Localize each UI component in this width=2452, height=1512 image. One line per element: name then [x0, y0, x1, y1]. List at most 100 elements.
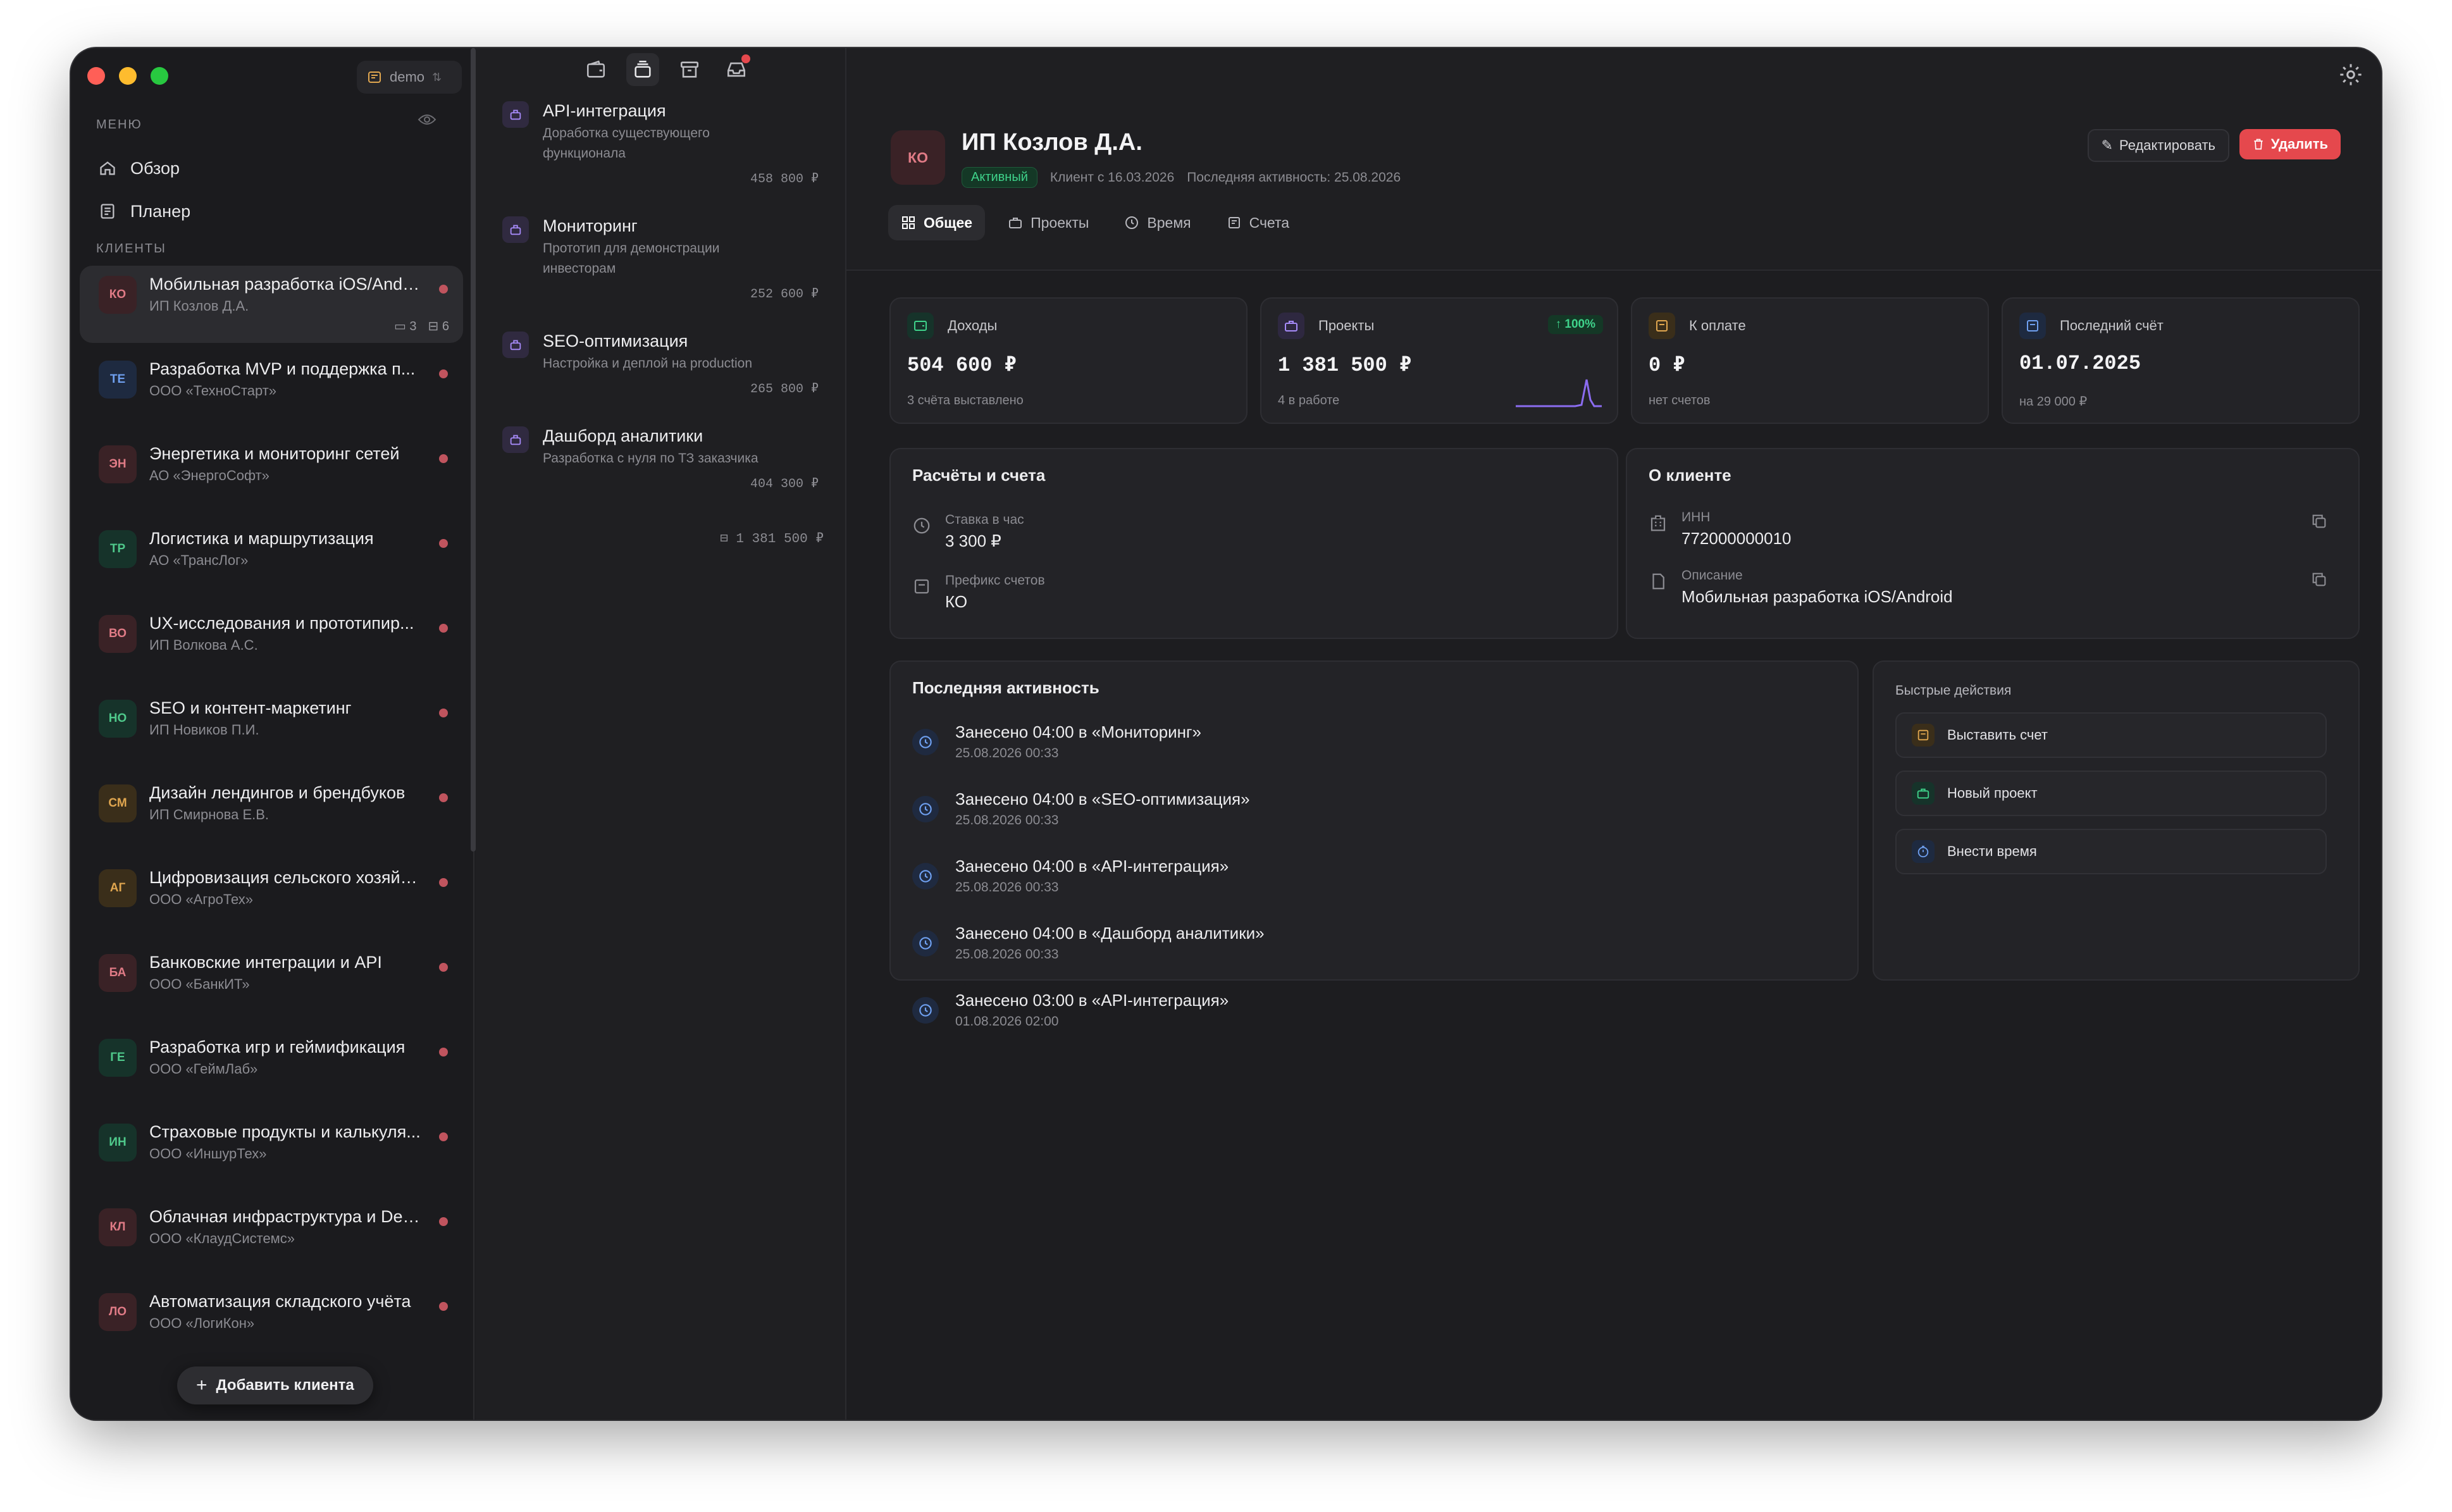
close-window-button[interactable] [87, 67, 105, 85]
copy-icon[interactable] [2310, 512, 2328, 530]
client-name: Разработка MVP и поддержка п... [149, 359, 416, 378]
wallet-tab-button[interactable] [579, 53, 612, 86]
project-item[interactable]: API-интеграция Доработка существующего ф… [502, 101, 819, 187]
tab-time[interactable]: Время [1111, 205, 1203, 240]
client-item[interactable]: НО SEO и контент-маркетинг ИП Новиков П.… [80, 690, 463, 767]
inbox-tab-button[interactable] [720, 53, 753, 86]
projects-tab-button[interactable] [626, 53, 659, 86]
activity-item: Занесено 04:00 в «Дашборд аналитики» 25.… [912, 924, 1798, 962]
wallet-icon [907, 313, 934, 339]
tab-projects[interactable]: Проекты [995, 205, 1101, 240]
briefcase-icon [502, 332, 529, 358]
archive-tab-button[interactable] [673, 53, 706, 86]
status-dot [439, 539, 448, 548]
gear-icon[interactable] [2338, 62, 2363, 87]
invoice-icon [1912, 724, 1935, 747]
client-avatar: НО [99, 700, 137, 738]
client-meta: Активный Клиент с 16.03.2026 Последняя а… [962, 167, 1401, 188]
tab-invoices[interactable]: Счета [1214, 205, 1302, 240]
activity-date: 25.08.2026 00:33 [955, 746, 1059, 760]
trash-icon [2254, 139, 2263, 150]
client-company: ИП Козлов Д.А. [149, 298, 249, 314]
chevron-updown-icon: ⇅ [432, 70, 442, 84]
workspace-selector[interactable]: demo ⇅ [357, 61, 462, 94]
about-card: О клиенте ИНН 772000000010 Описание Моби… [1626, 448, 2360, 639]
project-amount: 252 600 ₽ [750, 287, 819, 302]
client-item[interactable]: АГ Цифровизация сельского хозяйс... ООО … [80, 859, 463, 936]
projects-total: ⊟ 1 381 500 ₽ [476, 530, 824, 547]
client-item[interactable]: ЛО Автоматизация складского учёта ООО «Л… [80, 1283, 463, 1360]
due-card: К оплате 0 ₽ нет счетов [1631, 297, 1989, 424]
zoom-window-button[interactable] [151, 67, 168, 85]
projects-note: 4 в работе [1278, 393, 1340, 407]
delete-button[interactable]: Удалить [2239, 129, 2341, 159]
eye-icon[interactable] [418, 113, 437, 127]
client-item[interactable]: ЭН Энергетика и мониторинг сетей АО «Эне… [80, 435, 463, 512]
client-item[interactable]: КЛ Облачная инфраструктура и Dev... ООО … [80, 1198, 463, 1275]
client-avatar: КЛ [99, 1208, 137, 1246]
client-name: Цифровизация сельского хозяйс... [149, 868, 421, 887]
client-name: Дизайн лендингов и брендбуков [149, 783, 406, 802]
client-item[interactable]: ВО UX-исследования и прототипир... ИП Во… [80, 605, 463, 682]
clock-icon [1125, 216, 1139, 229]
briefcase-icon [1009, 218, 1022, 228]
client-company: АО «ЭнергоСофт» [149, 468, 269, 483]
client-name: Энергетика и мониторинг сетей [149, 444, 400, 463]
create-invoice-label: Выставить счет [1947, 727, 2048, 743]
tab-general[interactable]: Общее [888, 205, 986, 240]
client-avatar: ГЕ [99, 1039, 137, 1077]
client-item[interactable]: ГЕ Разработка игр и геймификация ООО «Ге… [80, 1029, 463, 1106]
tab-general-label: Общее [924, 214, 973, 231]
add-client-button[interactable]: + Добавить клиента [177, 1366, 373, 1404]
building-icon [1650, 515, 1666, 531]
nav-planner-label: Планер [130, 201, 191, 221]
pencil-icon: ✎ [2101, 137, 2114, 153]
clock-icon [912, 863, 939, 889]
client-item[interactable]: СМ Дизайн лендингов и брендбуков ИП Смир… [80, 774, 463, 852]
log-time-button[interactable]: Внести время [1895, 829, 2327, 874]
new-project-button[interactable]: Новый проект [1895, 771, 2327, 816]
income-label: Доходы [948, 318, 998, 333]
rate-field: Ставка в час 3 300 ₽ [912, 512, 1024, 551]
quick-actions-card: Быстрые действия Выставить счет Новый пр… [1873, 660, 2360, 981]
client-item[interactable]: КО Мобильная разработка iOS/Andr... ИП К… [80, 266, 463, 343]
sidebar-scrollbar[interactable] [471, 48, 476, 852]
client-company: ООО «ИншурТех» [149, 1146, 267, 1162]
briefcase-icon [1912, 782, 1935, 805]
client-avatar: КО [891, 130, 945, 185]
due-label: К оплате [1689, 318, 1746, 333]
minimize-window-button[interactable] [119, 67, 137, 85]
sparkline [1516, 379, 1602, 407]
projects-total-value: 1 381 500 ₽ [736, 532, 824, 547]
copy-icon[interactable] [2310, 571, 2328, 588]
client-avatar: ЛО [99, 1293, 137, 1331]
plus-icon: + [196, 1375, 207, 1396]
activity-date: 25.08.2026 00:33 [955, 813, 1059, 827]
invoice-icon [1649, 313, 1675, 339]
new-project-label: Новый проект [1947, 785, 2038, 801]
client-item[interactable]: ТЕ Разработка MVP и поддержка п... ООО «… [80, 350, 463, 428]
planner-icon [101, 204, 115, 219]
edit-label: Редактировать [2119, 137, 2215, 153]
client-item[interactable]: БА Банковские интеграции и API ООО «Банк… [80, 944, 463, 1021]
project-title: SEO-оптимизация [543, 332, 688, 350]
project-item[interactable]: SEO-оптимизация Настройка и деплой на pr… [502, 332, 819, 397]
client-item[interactable]: ТР Логистика и маршрутизация АО «ТрансЛо… [80, 520, 463, 597]
project-item[interactable]: Дашборд аналитики Разработка с нуля по Т… [502, 426, 819, 492]
create-invoice-button[interactable]: Выставить счет [1895, 712, 2327, 758]
activity-text: Занесено 04:00 в «SEO-оптимизация» [955, 790, 1250, 809]
project-item[interactable]: Мониторинг Прототип для демонстрации инв… [502, 216, 819, 302]
client-detail: КО ИП Козлов Д.А. Активный Клиент с 16.0… [846, 48, 2381, 1420]
nav-overview[interactable]: Обзор [94, 151, 453, 186]
tab-projects-label: Проекты [1031, 214, 1089, 231]
client-company: ООО «ЛогиКон» [149, 1315, 255, 1331]
client-item[interactable]: ИН Страховые продукты и калькуля... ООО … [80, 1113, 463, 1191]
window-controls [87, 67, 168, 85]
invoice-icon [2019, 313, 2046, 339]
client-company: ООО «БанкИТ» [149, 976, 250, 992]
edit-button[interactable]: ✎ Редактировать [2087, 129, 2229, 162]
tab-time-label: Время [1147, 214, 1191, 231]
nav-planner[interactable]: Планер [94, 194, 453, 229]
status-dot [439, 709, 448, 717]
tab-invoices-label: Счета [1249, 214, 1290, 231]
